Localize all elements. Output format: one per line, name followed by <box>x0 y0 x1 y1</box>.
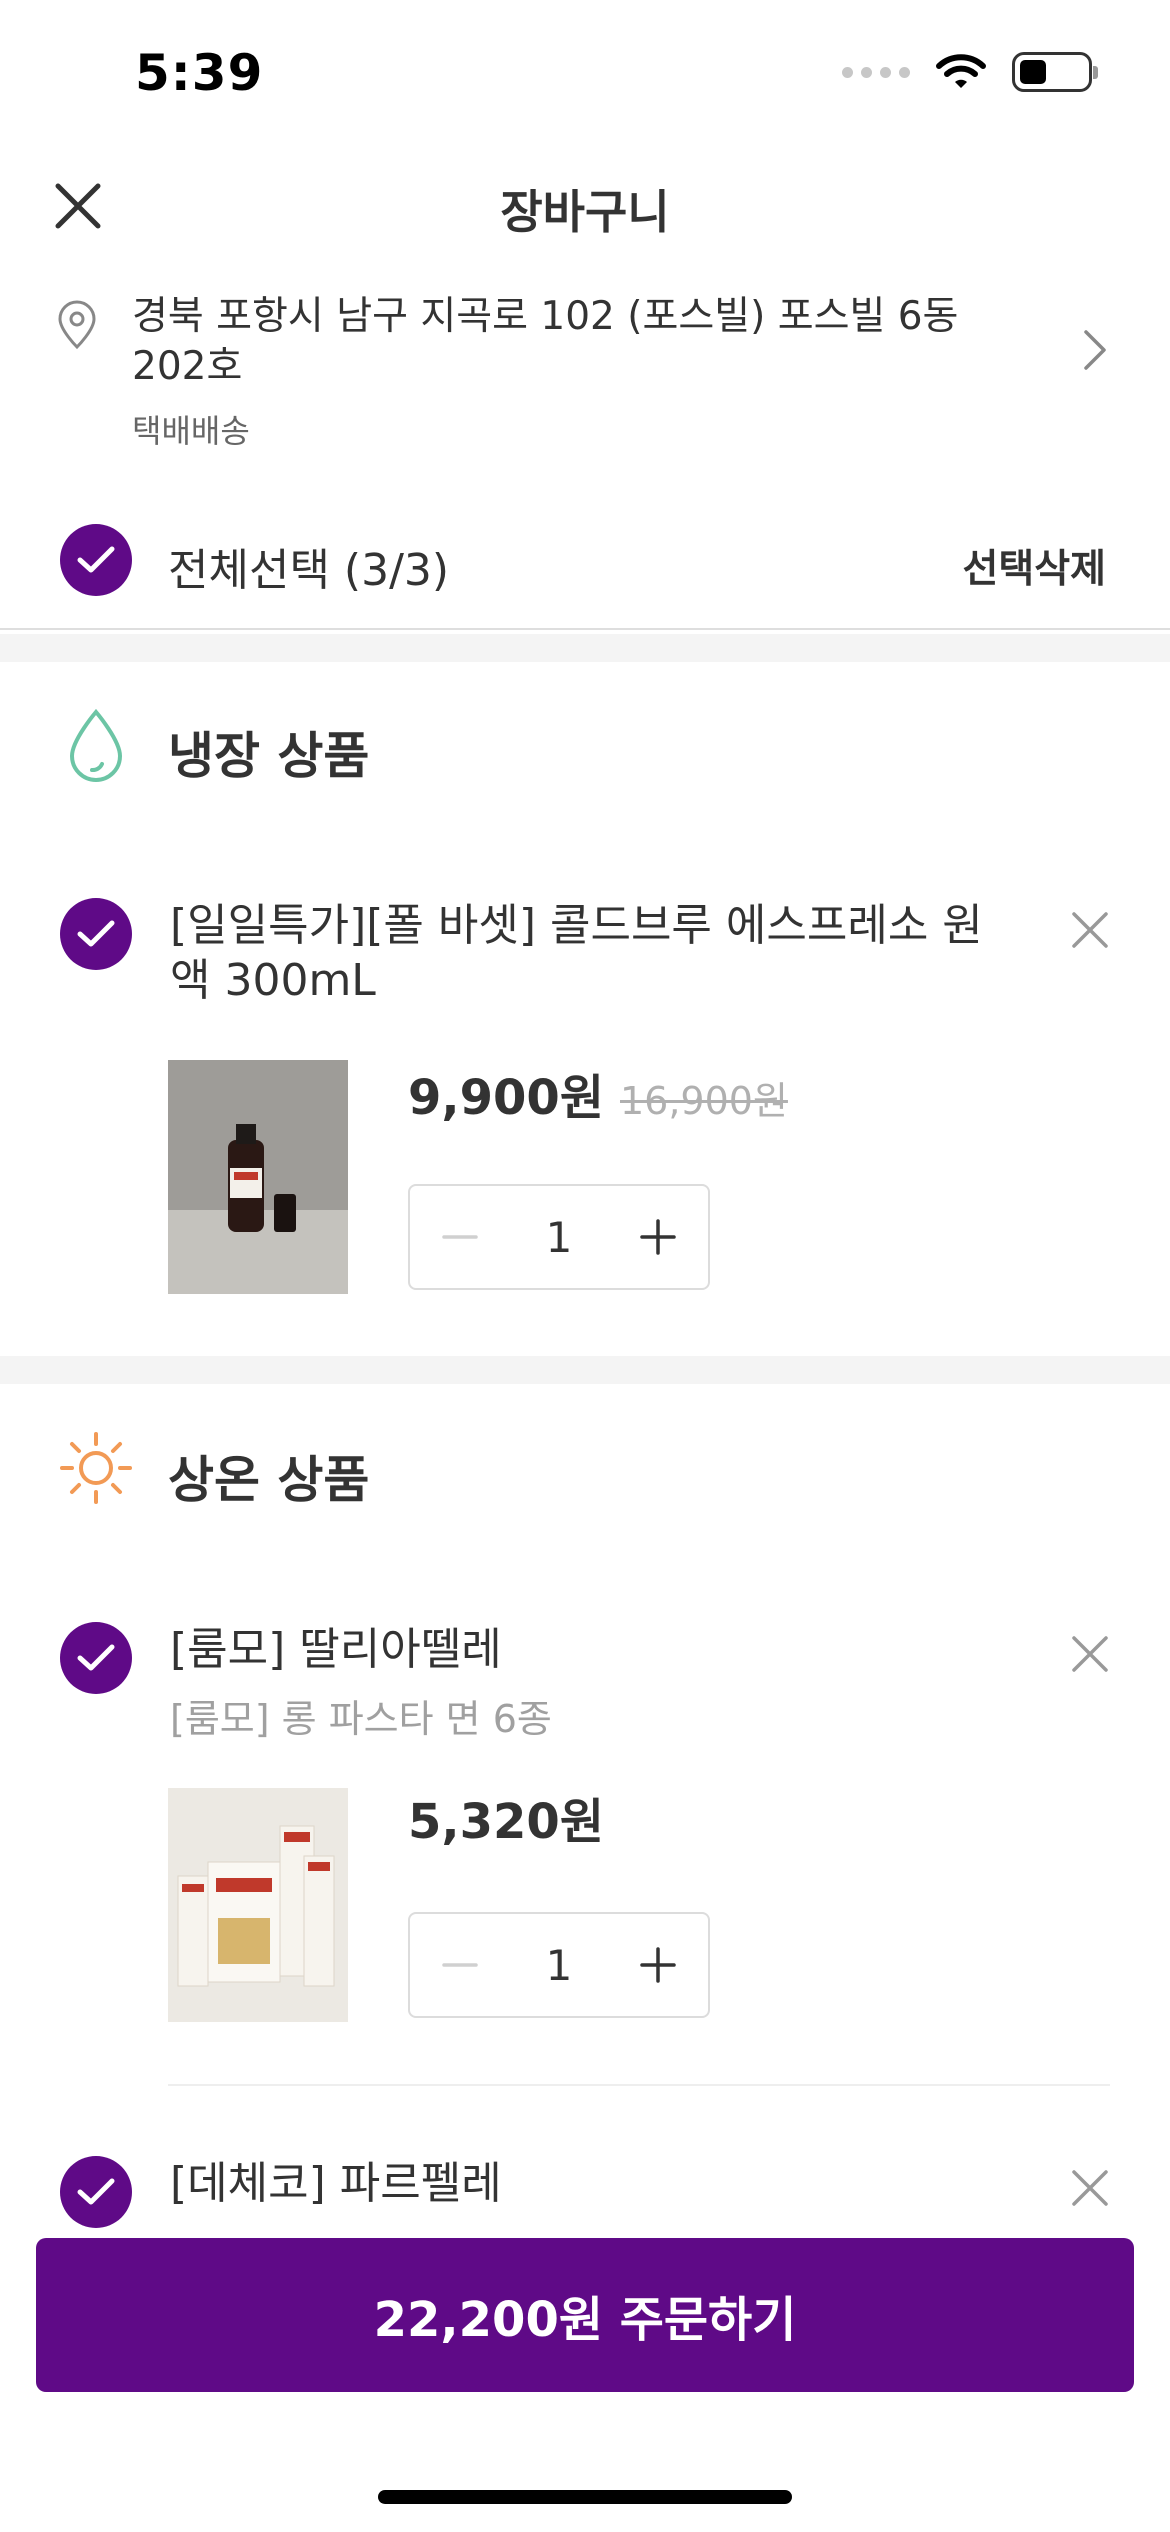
remove-item-icon[interactable] <box>1068 2166 1112 2210</box>
remove-item-icon[interactable] <box>1068 908 1112 952</box>
decrease-quantity-button[interactable] <box>438 1215 482 1259</box>
status-icons <box>842 52 1098 92</box>
checkmark-icon <box>77 1644 115 1671</box>
order-button-label: 22,200원 주문하기 <box>373 2292 797 2348</box>
item-name: [룸모] 딸리아뗄레 <box>170 1624 502 1675</box>
address-text: 경북 포항시 남구 지곡로 102 (포스빌) 포스빌 6동 202호 <box>132 294 959 389</box>
delivery-address-row[interactable]: 경북 포항시 남구 지곡로 102 (포스빌) 포스빌 6동 202호 택배배송 <box>0 292 1170 452</box>
select-all-row: 전체선택 (3/3) 선택삭제 <box>0 520 1170 630</box>
product-thumbnail <box>168 1788 348 2022</box>
wifi-icon <box>936 54 986 88</box>
status-time: 5:39 <box>135 44 264 102</box>
checkmark-icon <box>77 920 115 947</box>
select-all-label: 전체선택 (3/3) <box>168 545 450 596</box>
delete-selected-button[interactable]: 선택삭제 <box>962 538 1106 594</box>
quantity-stepper: 1 <box>408 1184 710 1290</box>
section-title: 냉장 상품 <box>168 727 370 785</box>
item-name: [일일특가][폴 바셋] 콜드브루 에스프레소 원액 300mL <box>170 900 983 1006</box>
cellular-signal-icon <box>842 66 910 78</box>
checkmark-icon <box>77 546 115 573</box>
section-title: 상온 상품 <box>168 1451 370 1509</box>
home-indicator[interactable] <box>378 2490 792 2504</box>
item-separator <box>168 2084 1110 2086</box>
cart-item: [일일특가][폴 바셋] 콜드브루 에스프레소 원액 300mL 9,900원 … <box>0 890 1170 1310</box>
increase-quantity-button[interactable] <box>636 1215 680 1259</box>
price-row: 9,900원 16,900원 <box>408 1058 788 1128</box>
minus-icon <box>442 1235 478 1239</box>
price-row: 5,320원 <box>408 1782 604 1852</box>
status-bar: 5:39 <box>0 0 1170 150</box>
cart-item: [룸모] 딸리아뗄레 [룸모] 롱 파스타 면 6종 5,320원 1 <box>0 1614 1170 2034</box>
item-option-name: [룸모] 롱 파스타 면 6종 <box>170 1697 552 1741</box>
chevron-right-icon <box>1084 330 1106 370</box>
sun-icon <box>60 1432 132 1504</box>
quantity-value: 1 <box>545 1212 573 1262</box>
section-divider <box>0 1356 1170 1384</box>
select-all-checkbox[interactable] <box>60 524 132 596</box>
item-checkbox[interactable] <box>60 1622 132 1694</box>
plus-icon <box>640 1219 676 1255</box>
quantity-stepper: 1 <box>408 1912 710 2018</box>
nav-bar: 장바구니 <box>0 160 1170 250</box>
cart-item: [데체코] 파르펠레 <box>0 2148 1170 2238</box>
item-price: 9,900원 <box>408 1070 604 1126</box>
increase-quantity-button[interactable] <box>636 1943 680 1987</box>
water-drop-icon <box>69 708 123 782</box>
location-pin-icon <box>58 300 96 350</box>
item-original-price: 16,900원 <box>620 1079 788 1123</box>
section-header-room-temperature: 상온 상품 <box>0 1430 1170 1530</box>
battery-icon <box>1012 52 1098 92</box>
minus-icon <box>442 1963 478 1967</box>
item-checkbox[interactable] <box>60 898 132 970</box>
delivery-type-label: 택배배송 <box>132 412 250 450</box>
page-title: 장바구니 <box>500 185 670 239</box>
quantity-value: 1 <box>545 1940 573 1990</box>
product-thumbnail <box>168 1060 348 1294</box>
item-name: [데체코] 파르펠레 <box>170 2158 502 2209</box>
item-price: 5,320원 <box>408 1794 604 1850</box>
section-header-refrigerated: 냉장 상품 <box>0 706 1170 806</box>
decrease-quantity-button[interactable] <box>438 1943 482 1987</box>
checkmark-icon <box>77 2178 115 2205</box>
section-divider <box>0 634 1170 662</box>
order-button[interactable]: 22,200원 주문하기 <box>36 2238 1134 2392</box>
plus-icon <box>640 1947 676 1983</box>
remove-item-icon[interactable] <box>1068 1632 1112 1676</box>
item-checkbox[interactable] <box>60 2156 132 2228</box>
